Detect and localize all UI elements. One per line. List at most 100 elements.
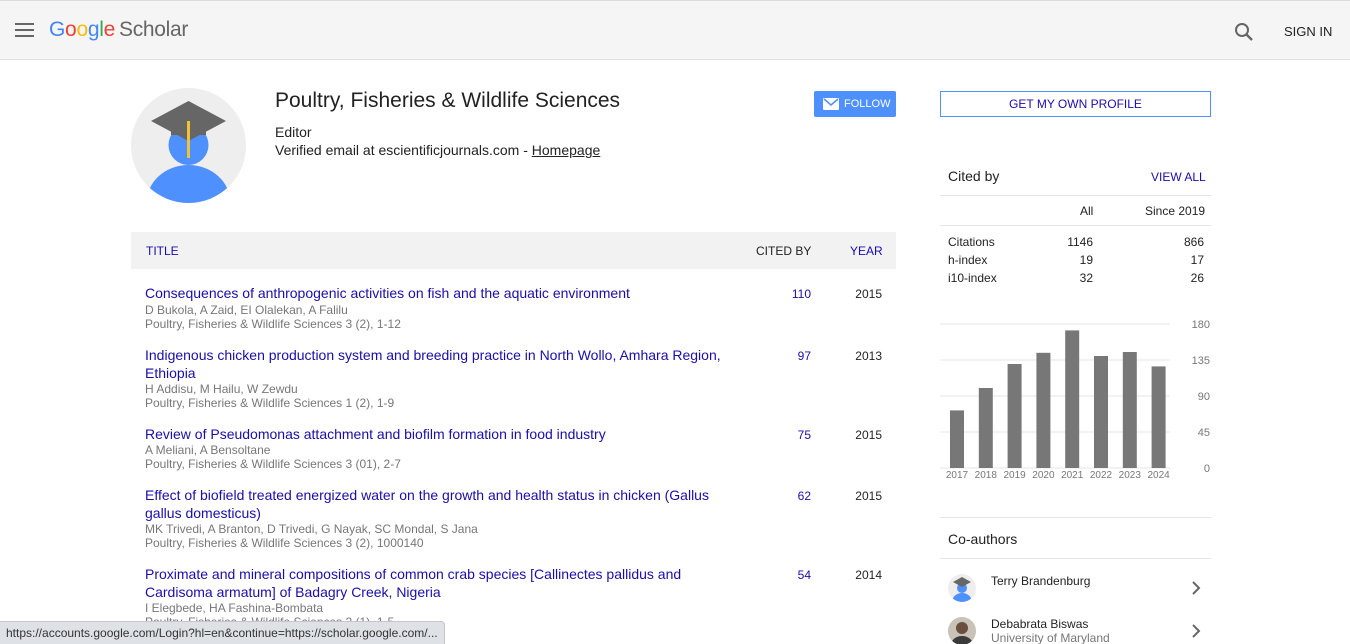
follow-button[interactable]: FOLLOW: [814, 91, 896, 117]
publication-title[interactable]: Proximate and mineral compositions of co…: [145, 565, 745, 601]
publication-venue: Poultry, Fisheries & Wildlife Sciences 3…: [145, 457, 401, 471]
profile-name: Poultry, Fisheries & Wildlife Sciences: [275, 89, 621, 112]
stat-name: h-index: [948, 253, 988, 267]
chart-x-tick-label: 2023: [1119, 470, 1142, 481]
publication-authors: MK Trivedi, A Branton, D Trivedi, G Naya…: [145, 522, 478, 536]
stat-row-h-index: h-index 19 17: [940, 253, 1211, 271]
co-author-avatar: [948, 574, 976, 602]
publication-venue: Poultry, Fisheries & Wildlife Sciences 1…: [145, 396, 395, 410]
chart-bar-2021[interactable]: [1065, 330, 1080, 468]
co-author-item[interactable]: Terry Brandenburg: [940, 574, 1211, 610]
stats-col-all: All: [1080, 204, 1094, 218]
stat-since: 26: [1190, 271, 1204, 285]
stat-name: i10-index: [948, 271, 997, 285]
verified-email-text: Verified email at escientificjournals.co…: [275, 142, 532, 158]
divider: [940, 225, 1211, 226]
publication-title[interactable]: Consequences of anthropogenic activities…: [145, 284, 745, 302]
chart-y-tick-label: 45: [1198, 427, 1210, 439]
publication-year: 2015: [855, 428, 882, 442]
co-author-item[interactable]: Debabrata Biswas University of Maryland: [940, 617, 1211, 644]
chart-y-tick-label: 90: [1198, 391, 1210, 403]
stat-all: 32: [1079, 271, 1093, 285]
chart-y-tick-label: 180: [1192, 319, 1210, 331]
chart-x-tick-label: 2024: [1147, 470, 1170, 481]
graduate-avatar-icon: [146, 101, 231, 203]
chart-bar-2024[interactable]: [1151, 366, 1166, 468]
publication-cited-by[interactable]: 97: [781, 349, 811, 363]
logo-scholar-text: Scholar: [118, 18, 189, 41]
citations-bar-chart: 0 45 90 135 180 2017 2018 2019 2020 2021 2022 2023 2…: [940, 319, 1210, 481]
co-author-name: Terry Brandenburg: [991, 574, 1091, 588]
stat-all: 19: [1079, 253, 1093, 267]
cited-by-column[interactable]: CITED BY: [756, 244, 811, 258]
stat-since: 17: [1190, 253, 1204, 267]
chart-x-tick-label: 2021: [1061, 470, 1084, 481]
chart-bar-2018[interactable]: [978, 388, 993, 468]
publication-title[interactable]: Indigenous chicken production system and…: [145, 346, 745, 382]
cited-by-heading: Cited by: [948, 168, 1000, 184]
publication-year: 2013: [855, 349, 882, 363]
stat-row-citations: Citations 1146 866: [940, 235, 1211, 253]
top-bar: Google Scholar SIGN IN: [0, 0, 1350, 60]
divider: [940, 558, 1211, 559]
chart-y-tick-label: 0: [1204, 463, 1210, 475]
publication-title[interactable]: Effect of biofield treated energized wat…: [145, 486, 745, 522]
profile-affiliation: Editor: [275, 124, 312, 140]
profile-email: Verified email at escientificjournals.co…: [275, 142, 600, 158]
chart-x-tick-label: 2018: [975, 470, 998, 481]
chart-x-tick-label: 2017: [946, 470, 969, 481]
chart-bar-2019[interactable]: [1007, 364, 1022, 468]
profile-avatar: [131, 88, 246, 203]
chart-y-tick-label: 135: [1192, 355, 1210, 367]
person-photo-icon: [948, 617, 976, 644]
status-bar-url: https://accounts.google.com/Login?hl=en&…: [0, 621, 445, 644]
publication-cited-by[interactable]: 62: [781, 489, 811, 503]
stats-col-since: Since 2019: [1145, 204, 1206, 218]
publication-year: 2014: [855, 568, 882, 582]
publication-cited-by[interactable]: 110: [781, 287, 811, 301]
publication-authors: D Bukola, A Zaid, EI Olalekan, A Falilu: [145, 303, 348, 317]
sort-by-title[interactable]: TITLE: [146, 244, 179, 258]
chart-bar-2020[interactable]: [1036, 352, 1051, 468]
publication-authors: H Addisu, M Hailu, W Zewdu: [145, 382, 298, 396]
stat-row-i10-index: i10-index 32 26: [940, 271, 1211, 289]
publication-title[interactable]: Review of Pseudomonas attachment and bio…: [145, 425, 745, 443]
chart-bar-2022[interactable]: [1094, 356, 1108, 468]
follow-label: FOLLOW: [844, 98, 891, 110]
sign-in-button[interactable]: SIGN IN: [1284, 24, 1332, 39]
stat-all: 1146: [1067, 235, 1093, 249]
chevron-right-icon: [1192, 624, 1201, 638]
publication-cited-by[interactable]: 54: [781, 568, 811, 582]
chart-bar-2023[interactable]: [1122, 352, 1137, 468]
publication-venue: Poultry, Fisheries & Wildlife Sciences 3…: [145, 317, 401, 331]
stat-since: 866: [1183, 235, 1204, 249]
co-authors-heading: Co-authors: [948, 531, 1018, 547]
publication-venue: Poultry, Fisheries & Wildlife Sciences 3…: [145, 536, 424, 550]
stat-name: Citations: [948, 235, 995, 249]
co-author-affiliation: University of Maryland: [991, 631, 1110, 644]
publication-year: 2015: [855, 287, 882, 301]
publications-table-header: TITLE CITED BY YEAR: [131, 232, 896, 269]
sort-by-year[interactable]: YEAR: [850, 244, 883, 258]
google-scholar-logo[interactable]: Google Scholar: [49, 18, 188, 42]
chart-x-tick-label: 2020: [1032, 470, 1055, 481]
publication-authors: I Elegbede, HA Fashina-Bombata: [145, 601, 324, 615]
search-icon[interactable]: [1234, 22, 1254, 42]
co-author-name: Debabrata Biswas: [991, 617, 1089, 631]
chart-x-tick-label: 2022: [1090, 470, 1113, 481]
chevron-right-icon: [1192, 581, 1201, 595]
divider: [940, 195, 1211, 196]
chart-bar-2017[interactable]: [950, 410, 964, 468]
get-my-own-profile-button[interactable]: GET MY OWN PROFILE: [940, 91, 1211, 117]
publication-authors: A Meliani, A Bensoltane: [145, 443, 271, 457]
divider: [940, 517, 1211, 518]
publication-year: 2015: [855, 489, 882, 503]
mail-icon: [823, 98, 839, 110]
hamburger-menu-icon[interactable]: [15, 23, 34, 39]
publication-cited-by[interactable]: 75: [781, 428, 811, 442]
view-all-link[interactable]: VIEW ALL: [1151, 170, 1206, 184]
graduate-avatar-icon: [952, 577, 972, 602]
chart-x-tick-label: 2019: [1003, 470, 1026, 481]
homepage-link[interactable]: Homepage: [532, 142, 601, 158]
co-author-avatar: [948, 617, 976, 644]
